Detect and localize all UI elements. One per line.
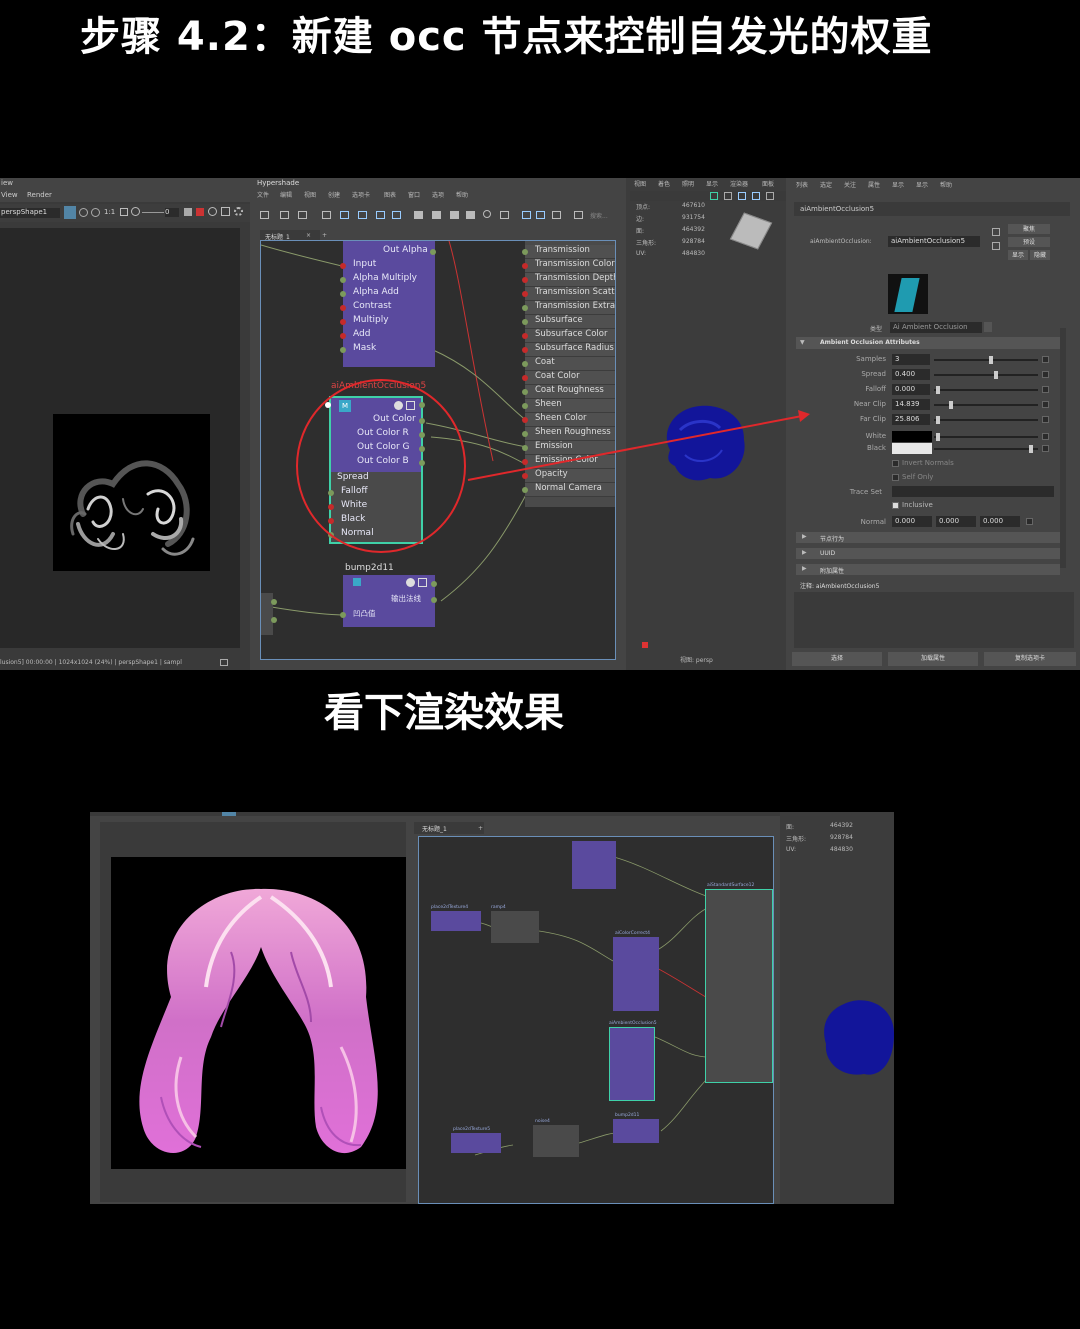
stat-value: 484830 — [830, 846, 853, 853]
mini-node-label: aiAmbientOcclusion5 — [609, 1021, 657, 1026]
ai-ao-node[interactable] — [609, 1027, 655, 1101]
ai-color-correct-node[interactable] — [613, 937, 659, 1011]
section-subtitle: 看下渲染效果 — [324, 690, 564, 736]
stat-label: 三角形: — [786, 836, 807, 843]
graph-tab-2[interactable]: 无标题_1 — [414, 822, 484, 834]
pink-hair-render — [139, 888, 378, 1154]
hair-viewport-mesh-2 — [824, 1000, 894, 1075]
toolbar-accent — [222, 812, 236, 816]
final-render-image — [111, 857, 406, 1169]
ai-standard-surface-node[interactable] — [705, 889, 773, 1083]
mini-node-label: ramp4 — [491, 905, 506, 910]
mini-node-label: place2dTexture5 — [453, 1127, 491, 1132]
maya-screenshot-2: 无标题_1 + place2dTexture4 ramp4 aiColorCor… — [90, 812, 894, 1204]
mini-node-label: place2dTexture4 — [431, 905, 469, 910]
tab-add-button[interactable]: + — [478, 825, 483, 832]
stat-label: UV: — [786, 846, 797, 853]
arrow-head-icon — [798, 410, 810, 422]
maya-screenshot-1: iew View Render perspShape1 1:1 0 lusion… — [0, 178, 1080, 670]
mini-node-label: noise4 — [535, 1119, 550, 1124]
noise-node[interactable] — [533, 1125, 579, 1157]
ramp-node[interactable] — [491, 911, 539, 943]
place2d-node-2[interactable] — [451, 1133, 501, 1153]
mini-node-label: aiStandardSurface12 — [707, 883, 755, 888]
top-strip — [90, 812, 894, 816]
place2d-node[interactable] — [431, 911, 481, 931]
viewport-panel-2[interactable]: 面: 464392 三角形: 928784 UV: 484830 — [780, 812, 894, 1204]
highlight-circle — [296, 379, 466, 553]
mini-color-correct-node[interactable] — [572, 841, 616, 889]
page-title: 步骤 4.2：新建 occ 节点来控制自发光的权重 — [80, 14, 933, 60]
mini-node-label: aiColorCorrect4 — [615, 931, 651, 936]
mini-node-label: bump2d11 — [615, 1113, 640, 1118]
stat-label: 面: — [786, 824, 795, 831]
stat-value: 928784 — [830, 834, 853, 841]
stat-value: 464392 — [830, 822, 853, 829]
node-graph-2[interactable]: place2dTexture4 ramp4 aiColorCorrect4 ai… — [418, 836, 774, 1204]
annotation-arrow — [467, 415, 803, 481]
annotation-overlay — [296, 379, 810, 553]
bump-node-2[interactable] — [613, 1119, 659, 1143]
render-view-panel-2 — [100, 822, 406, 1202]
graph-tab-label: 无标题_1 — [422, 826, 447, 833]
